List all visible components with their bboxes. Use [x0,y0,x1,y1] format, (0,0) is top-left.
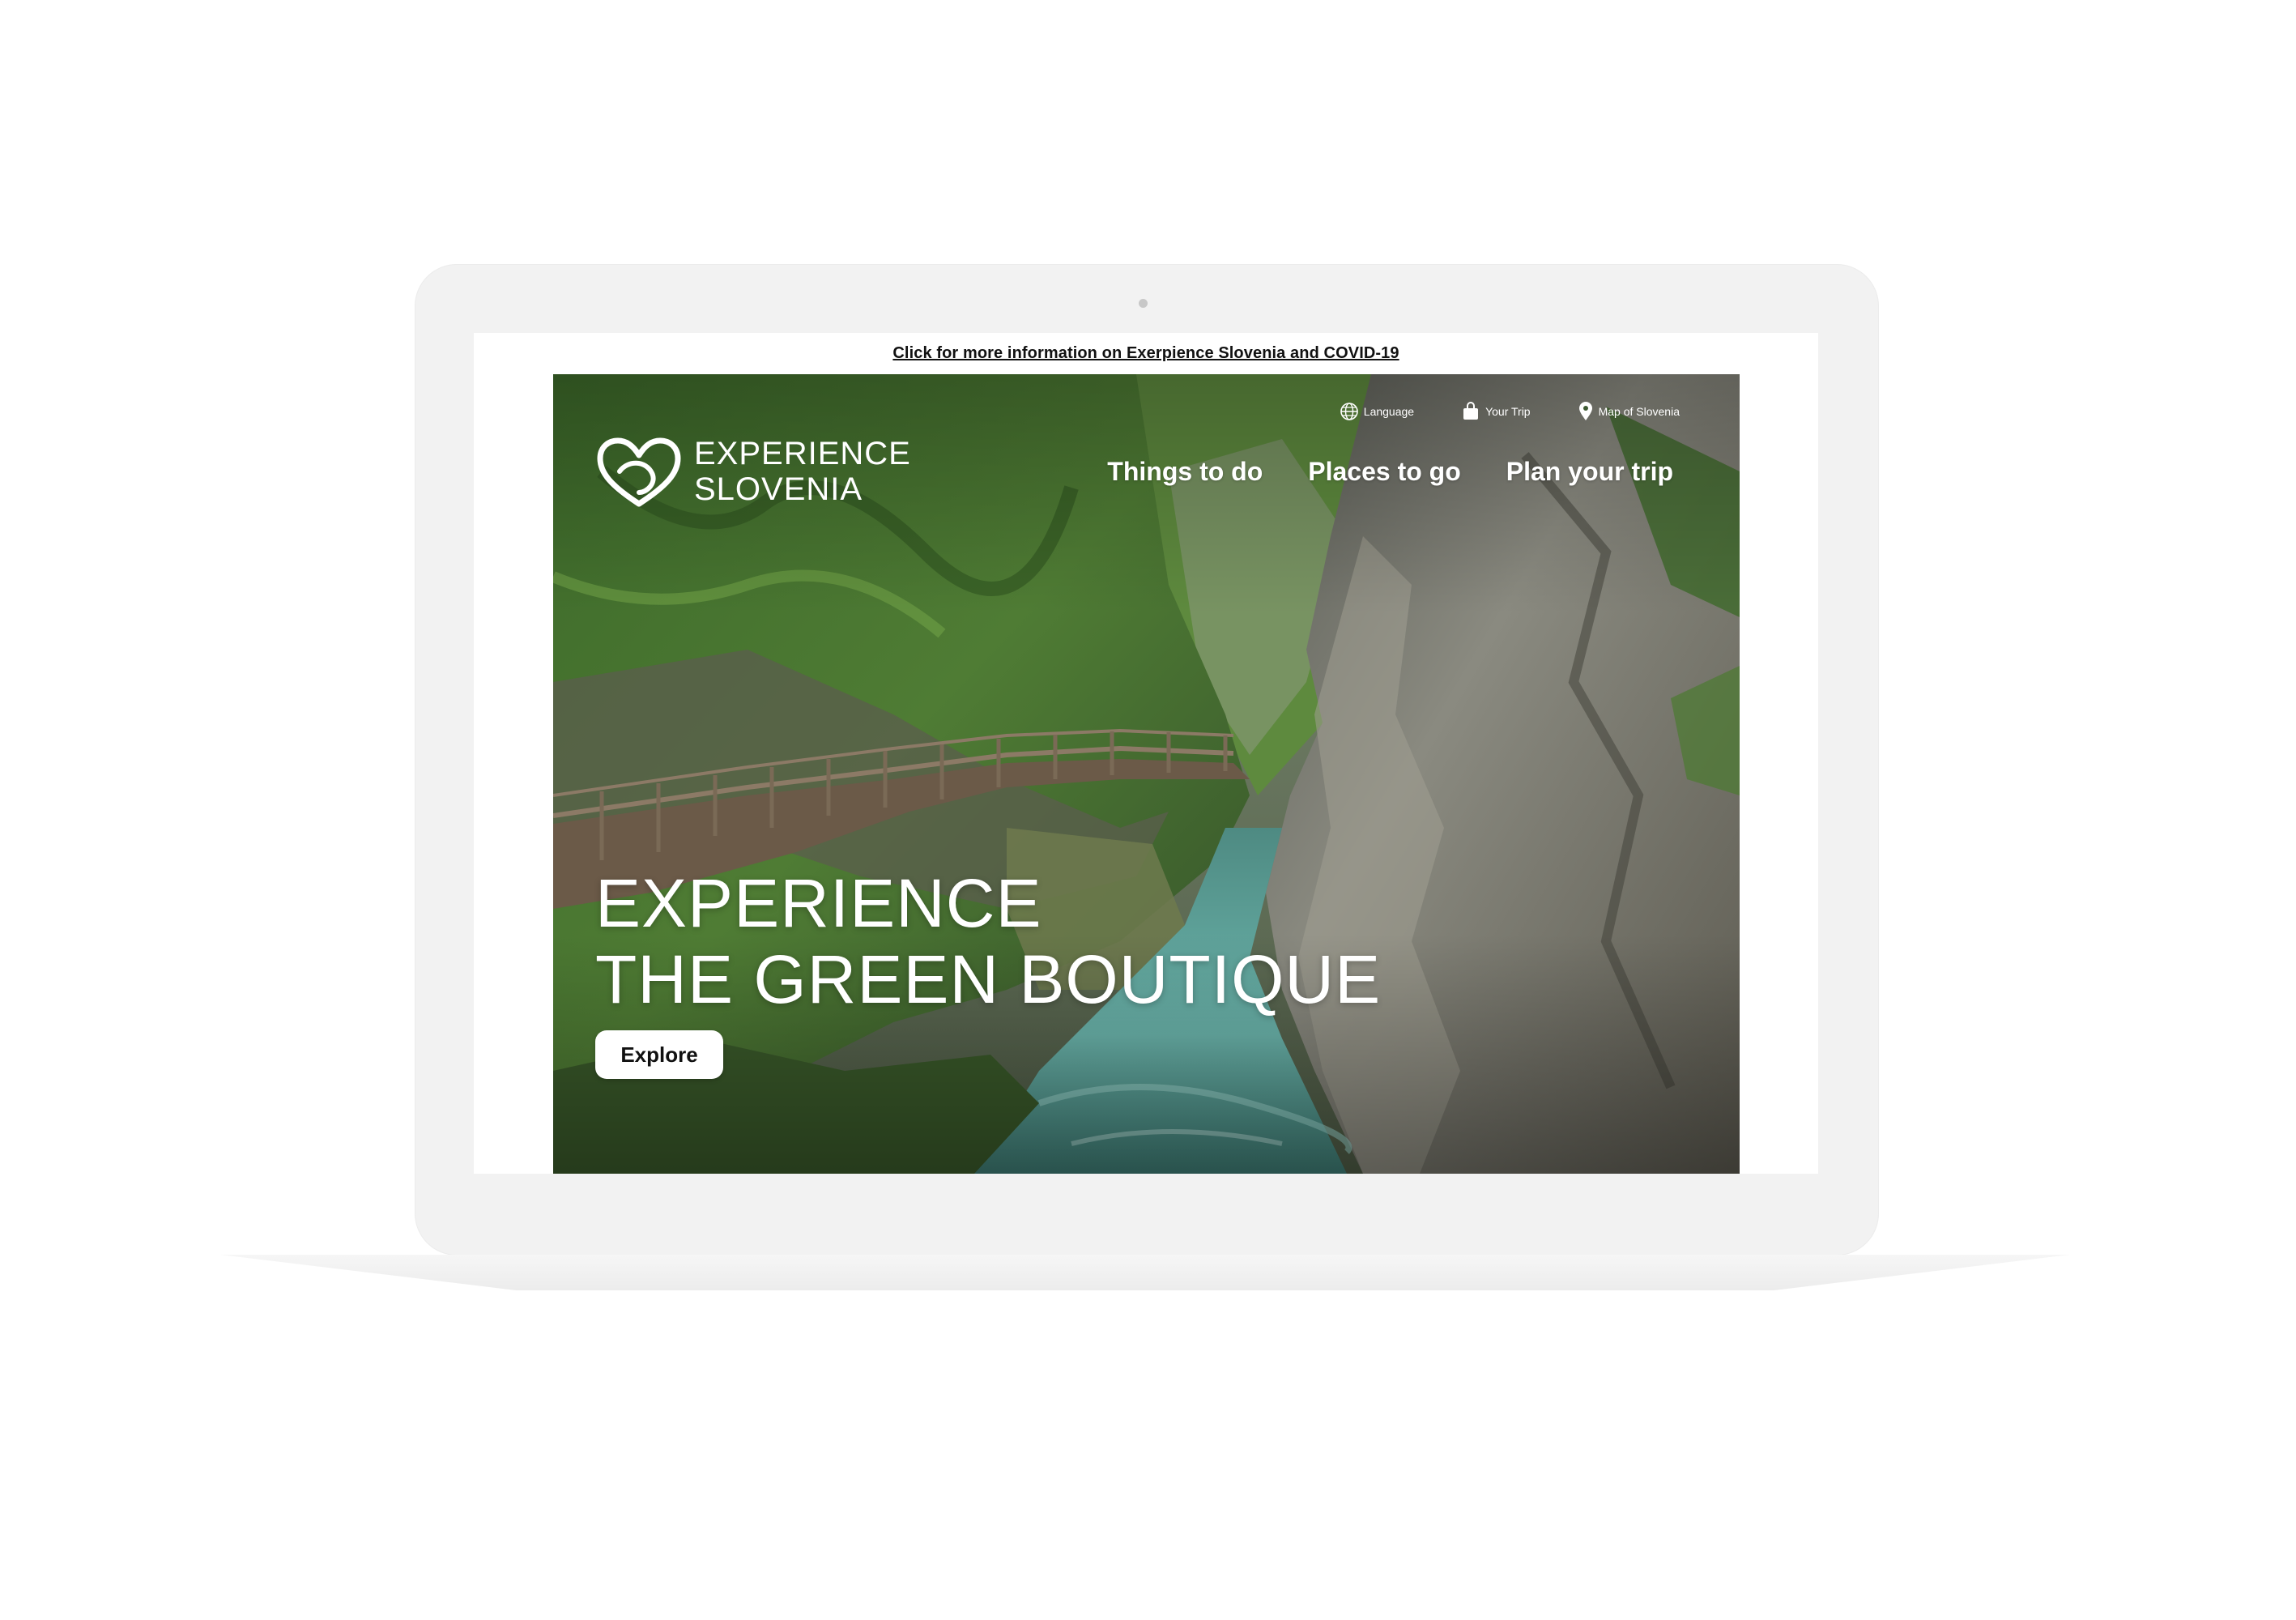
globe-icon [1340,403,1358,420]
explore-button[interactable]: Explore [595,1030,723,1079]
your-trip-link[interactable]: Your Trip [1461,402,1531,421]
heart-outline-logo-icon [597,437,681,507]
hero-headline-line-2: THE GREEN BOUTIQUE [595,941,1382,1017]
your-trip-label: Your Trip [1485,405,1531,418]
map-of-slovenia-label: Map of Slovenia [1598,405,1680,418]
map-of-slovenia-link[interactable]: Map of Slovenia [1578,402,1680,421]
hero-section: EXPERIENCE SLOVENIA Language Your Trip M… [553,374,1740,1174]
camera-dot [1139,299,1148,308]
language-selector[interactable]: Language [1340,402,1414,421]
laptop-base [220,1255,2070,1290]
logo-wordmark: EXPERIENCE SLOVENIA [694,436,911,507]
logo-line-2: SLOVENIA [694,471,863,507]
main-nav: Things to do Places to go Plan your trip [1107,457,1673,487]
language-label: Language [1363,405,1415,418]
covid-banner: Click for more information on Exerpience… [474,333,1818,373]
map-pin-icon [1578,402,1592,420]
hero-headline-line-1: EXPERIENCE [595,865,1042,941]
utility-nav: Language Your Trip Map of Slovenia [1340,402,1680,421]
site-logo[interactable]: EXPERIENCE SLOVENIA [595,436,911,507]
covid-info-link[interactable]: Click for more information on Exerpience… [892,344,1399,363]
browser-screen: Click for more information on Exerpience… [474,333,1818,1174]
nav-things-to-do[interactable]: Things to do [1107,457,1263,487]
hero-headline: EXPERIENCE THE GREEN BOUTIQUE [595,865,1381,1017]
nav-plan-your-trip[interactable]: Plan your trip [1506,457,1673,487]
nav-places-to-go[interactable]: Places to go [1308,457,1461,487]
bag-icon [1463,402,1479,420]
logo-line-1: EXPERIENCE [694,436,911,471]
